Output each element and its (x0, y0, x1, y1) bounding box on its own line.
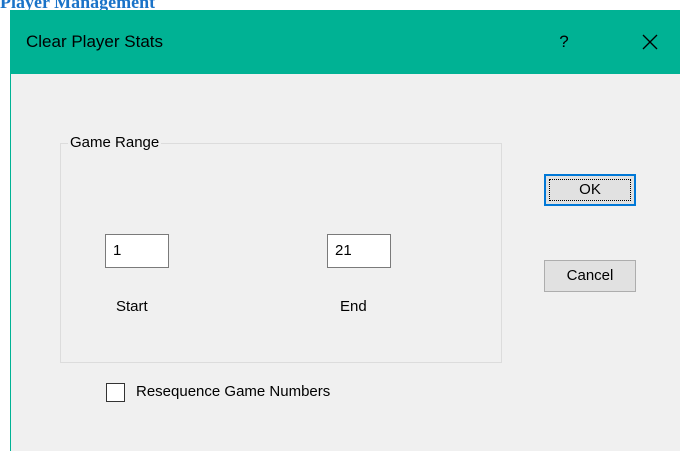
resequence-label[interactable]: Resequence Game Numbers (136, 382, 330, 402)
resequence-checkbox[interactable] (106, 383, 125, 402)
end-label: End (340, 298, 367, 315)
window-border (10, 74, 11, 451)
page-heading-fragment: Player Management (0, 0, 156, 10)
focus-rectangle (549, 179, 631, 201)
clear-player-stats-dialog: Clear Player Stats ? Game Range 1 Start … (10, 10, 680, 451)
cancel-button[interactable]: Cancel (544, 260, 636, 292)
help-button[interactable]: ? (546, 26, 582, 58)
dialog-body: Game Range 1 Start 21 End OK Cancel Rese… (10, 74, 680, 451)
ok-button[interactable]: OK (544, 174, 636, 206)
cancel-button-label: Cancel (566, 267, 614, 284)
screen: Player Management Clear Player Stats ? G… (0, 0, 680, 451)
start-label: Start (116, 298, 148, 315)
close-icon (642, 34, 658, 50)
game-range-label: Game Range (68, 132, 162, 154)
start-game-input[interactable]: 1 (105, 234, 169, 268)
end-game-input[interactable]: 21 (327, 234, 391, 268)
close-button[interactable] (632, 26, 668, 58)
dialog-title: Clear Player Stats (26, 32, 163, 51)
title-bar[interactable]: Clear Player Stats ? (10, 10, 680, 74)
